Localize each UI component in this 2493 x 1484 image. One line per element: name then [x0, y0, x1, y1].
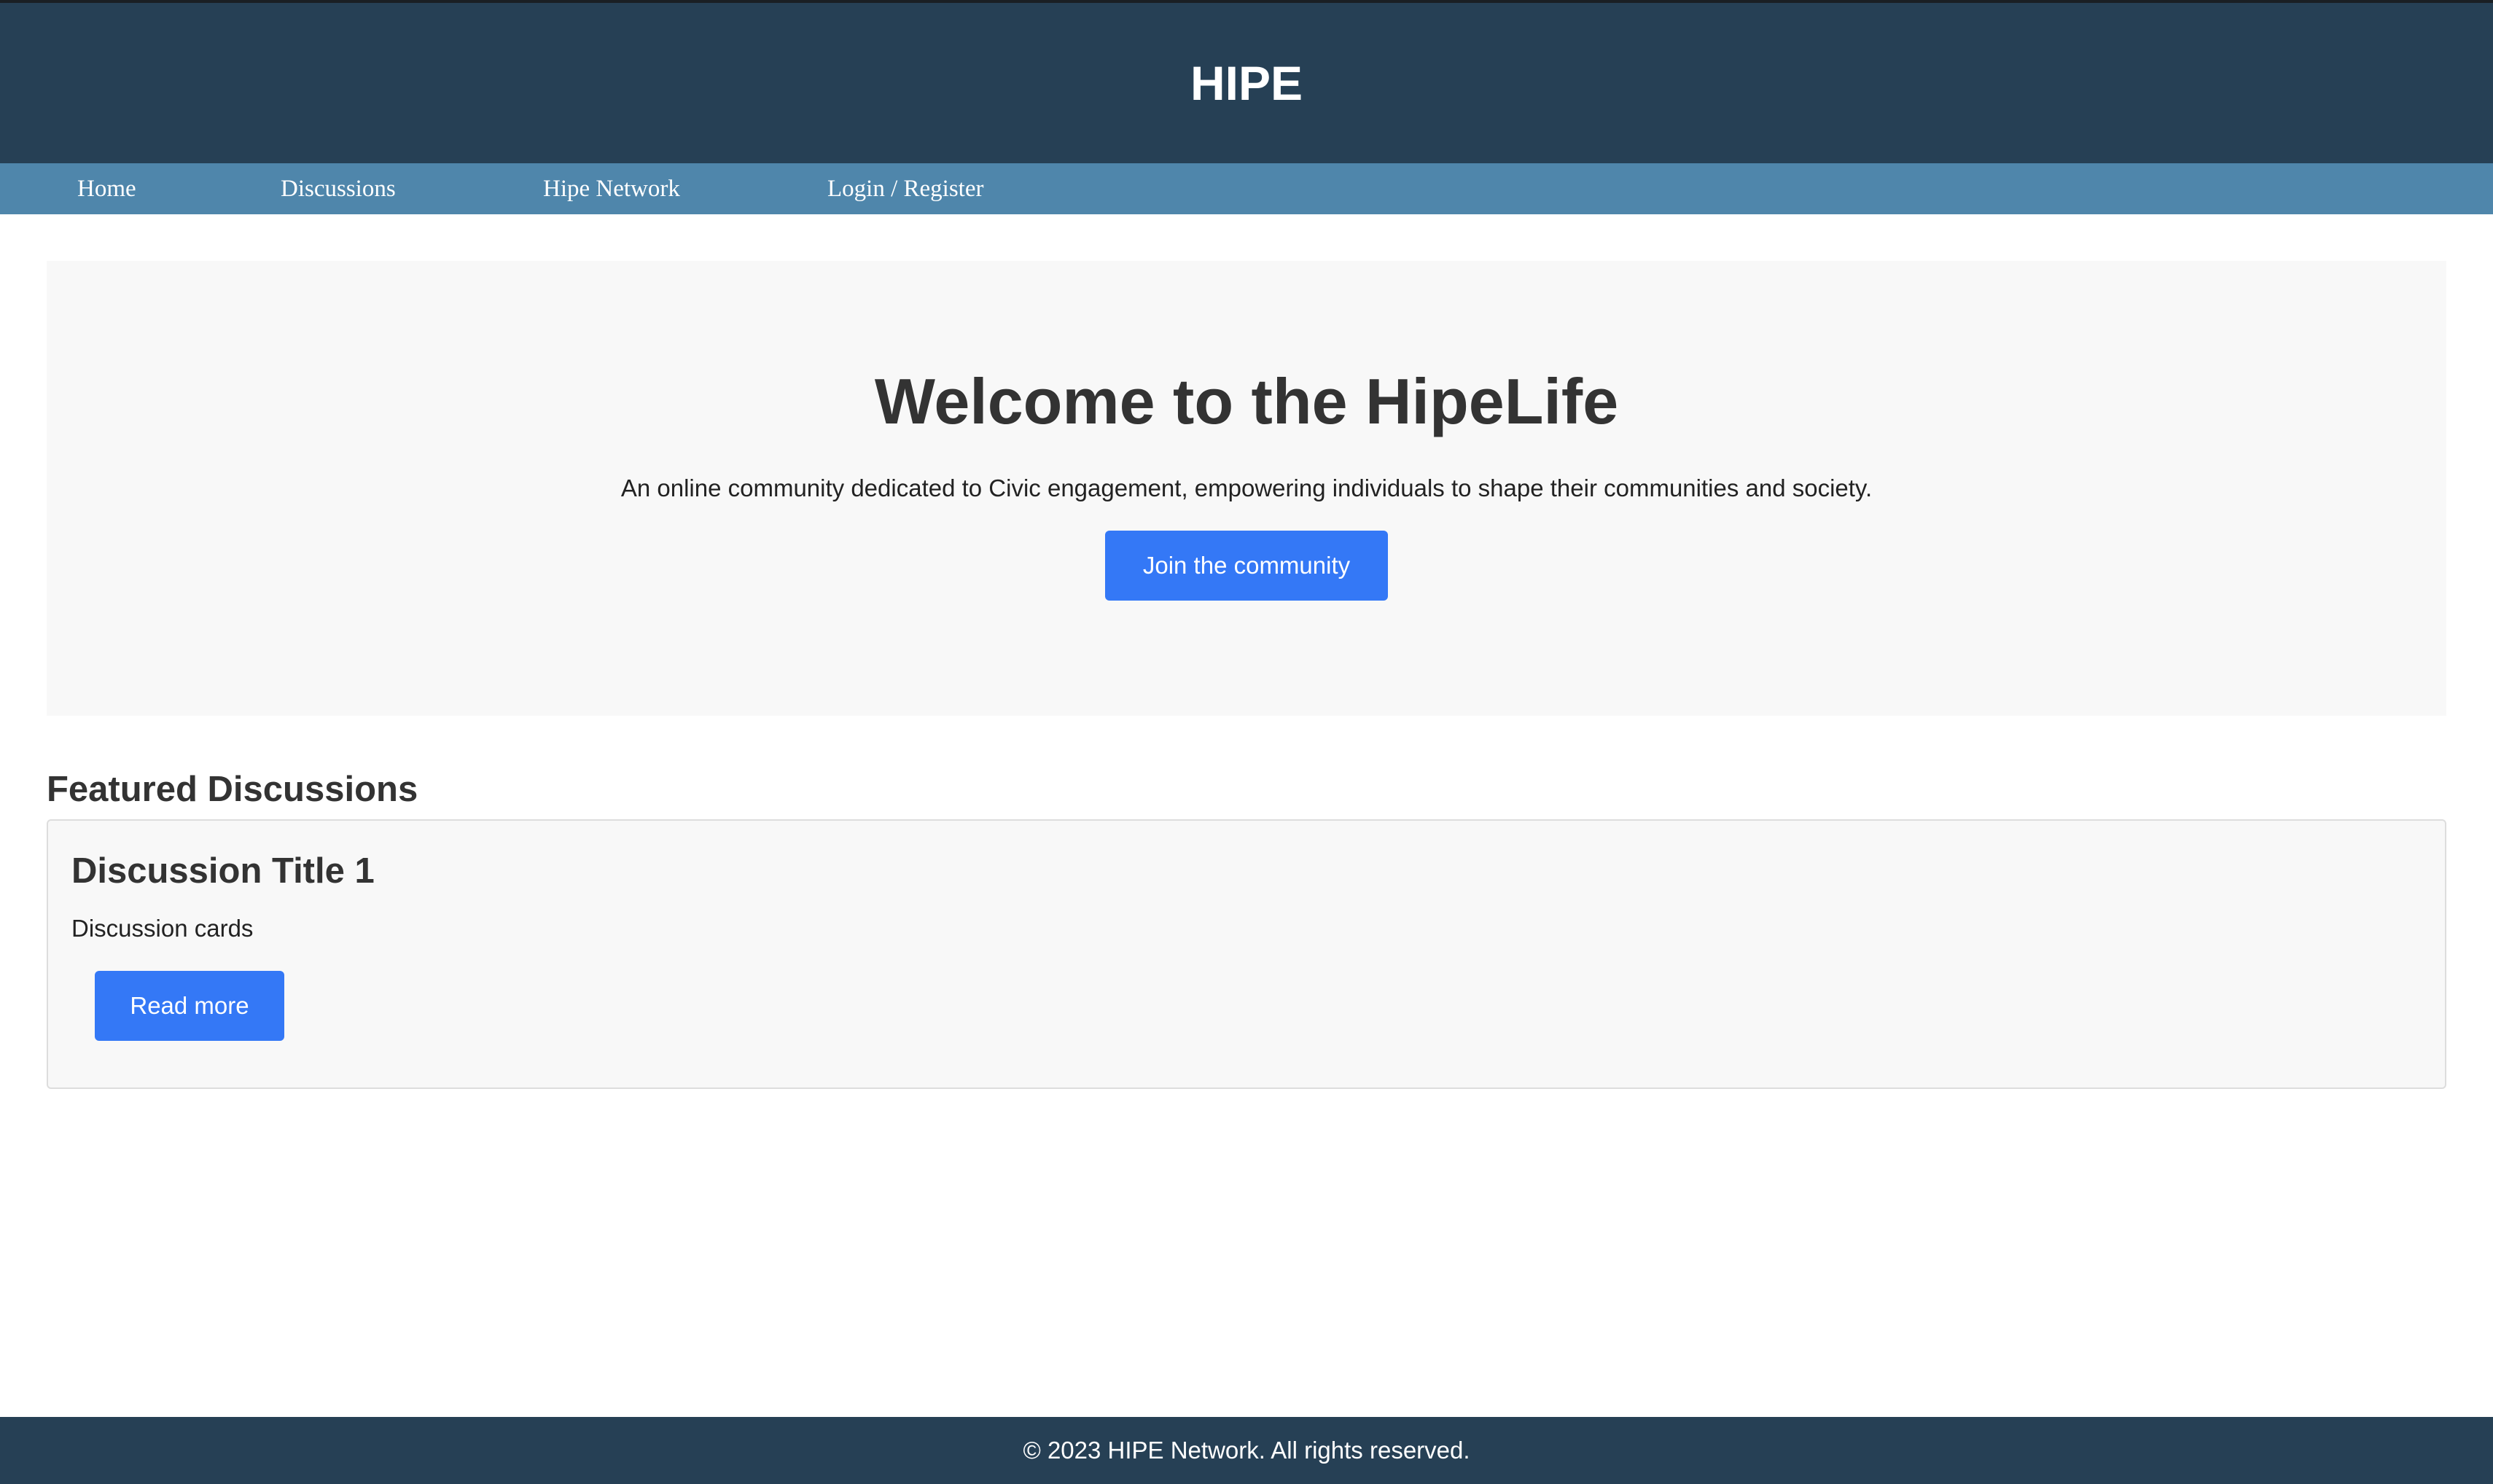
main-nav: Home Discussions Hipe Network Login / Re… — [0, 163, 2493, 214]
site-header: HIPE — [0, 3, 2493, 163]
read-more-button[interactable]: Read more — [95, 971, 284, 1041]
discussion-card-title: Discussion Title 1 — [71, 851, 375, 891]
join-community-button[interactable]: Join the community — [1105, 531, 1388, 601]
hero-description: An online community dedicated to Civic e… — [620, 475, 1873, 501]
featured-discussions-heading: Featured Discussions — [47, 770, 418, 809]
site-title: HIPE — [1190, 56, 1303, 110]
hero-section: Welcome to the HipeLife An online commun… — [47, 261, 2446, 716]
site-footer: © 2023 HIPE Network. All rights reserved… — [0, 1417, 2493, 1484]
hero-title: Welcome to the HipeLife — [874, 365, 1619, 437]
nav-item-hipe-network[interactable]: Hipe Network — [543, 163, 680, 214]
nav-item-login-register[interactable]: Login / Register — [827, 163, 983, 214]
discussion-card: Discussion Title 1 Discussion cards Read… — [47, 819, 2446, 1089]
nav-item-home[interactable]: Home — [77, 163, 136, 214]
discussion-card-description: Discussion cards — [71, 915, 254, 942]
footer-copyright: © 2023 HIPE Network. All rights reserved… — [1023, 1437, 1470, 1464]
nav-item-discussions[interactable]: Discussions — [281, 163, 396, 214]
